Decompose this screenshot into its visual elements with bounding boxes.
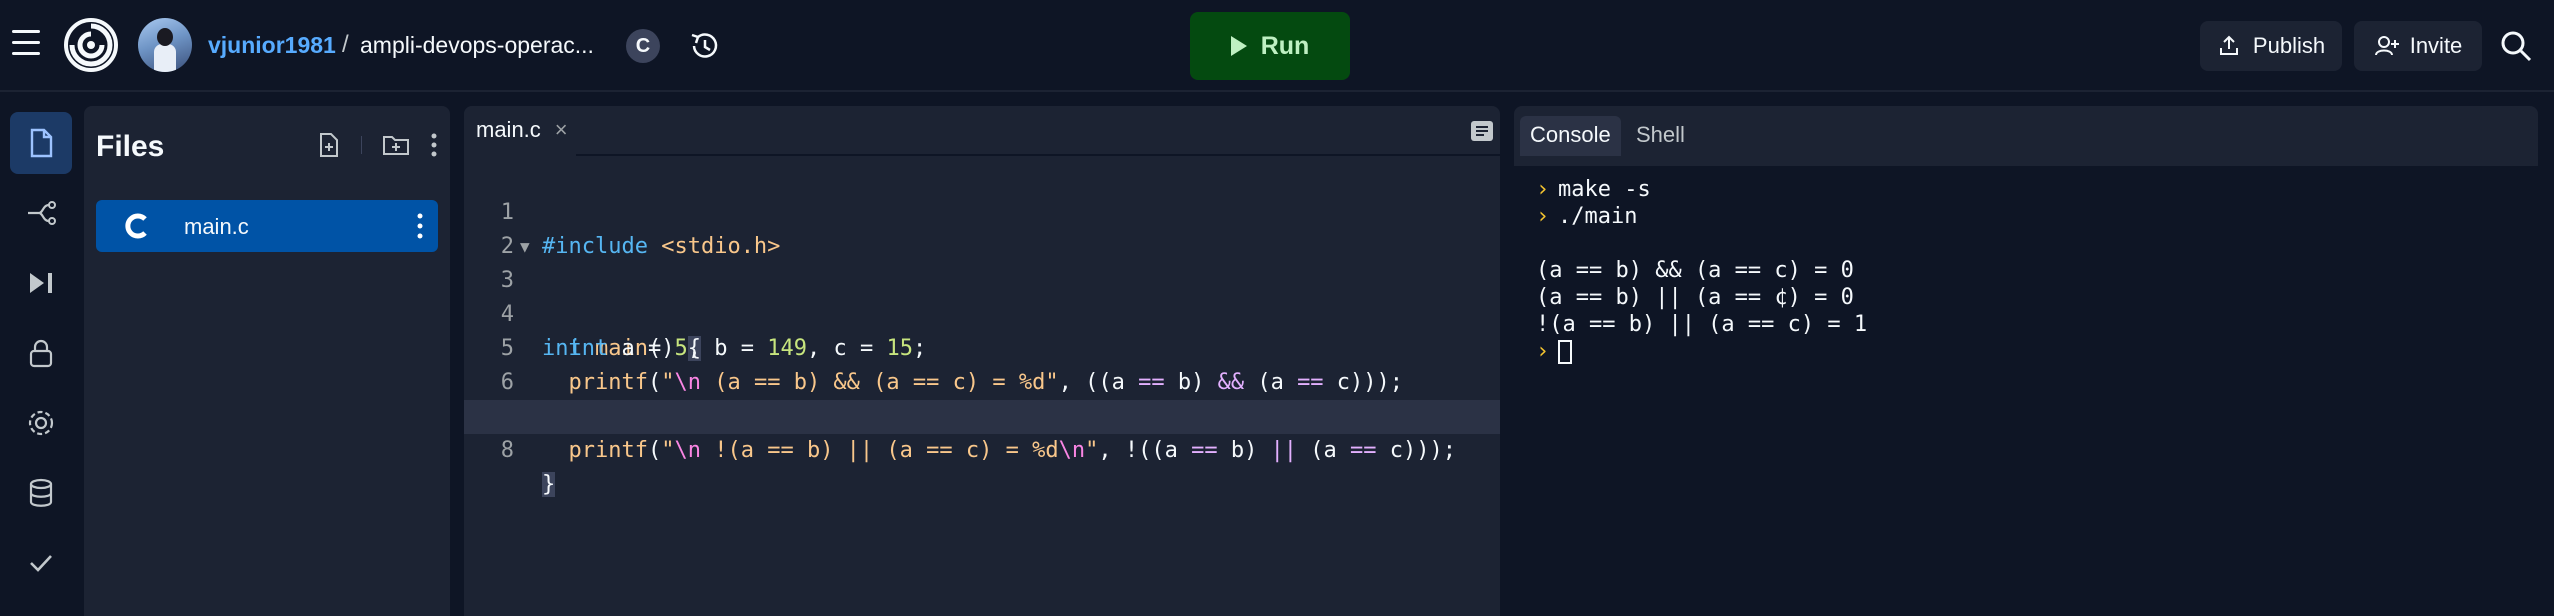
- menu-icon[interactable]: [12, 30, 44, 60]
- console-line: (a == b) || (a == ¢) = 0: [1536, 285, 1854, 310]
- tab-shell[interactable]: Shell: [1626, 116, 1695, 154]
- code-line: 6 printf("\n (a == b) || (a == ¢) = %d",…: [464, 332, 1500, 429]
- code-line: 4 int a = 5, b = 149, c = 15;: [464, 264, 1500, 361]
- code-line: 3 ▼ int main() {: [464, 230, 1500, 361]
- console-output[interactable]: › make -s › ./main (a == b) && (a == c) = …: [1514, 166, 2538, 616]
- debugger-icon[interactable]: [10, 252, 72, 314]
- console-panel: Console Shell › make -s › ./main (a == b) …: [1514, 106, 2538, 616]
- code-area[interactable]: 1 #include <stdio.h> 2 3 ▼ int main() { …: [464, 162, 1500, 497]
- upload-icon: [2219, 35, 2238, 55]
- language-badge[interactable]: C: [626, 29, 660, 63]
- console-line: (a == b) && (a == c) = 0: [1536, 258, 1854, 283]
- breadcrumb-separator: /: [342, 31, 349, 58]
- history-icon[interactable]: [686, 28, 722, 64]
- run-button[interactable]: Run: [1190, 12, 1350, 80]
- console-tabs: Console Shell: [1514, 106, 2538, 156]
- console-line: › make -s: [1536, 177, 1651, 202]
- editor-tabs: main.c ×: [464, 106, 1500, 156]
- console-line: › ./main: [1536, 204, 1638, 229]
- console-line: !(a == b) || (a == c) = 1: [1536, 312, 1868, 337]
- tool-rail: [0, 94, 82, 616]
- invite-label: Invite: [2409, 33, 2463, 58]
- files-actions: [317, 132, 438, 158]
- top-bar: vjunior1981 / ampli-devops-operac... C R…: [0, 0, 2554, 92]
- git-branch-icon[interactable]: [10, 182, 72, 244]
- file-name: main.c: [184, 214, 249, 239]
- new-folder-icon[interactable]: [382, 133, 410, 157]
- close-icon[interactable]: ×: [555, 117, 568, 143]
- c-language-icon: [125, 213, 147, 239]
- tab-main-c[interactable]: main.c ×: [464, 106, 576, 156]
- code-line: 7 printf("\n !(a == b) || (a == c) = %d\…: [464, 366, 1500, 463]
- repl-name[interactable]: ampli-devops-operac...: [360, 32, 594, 59]
- code-line: 5 printf("\n (a == b) && (a == c) = %d",…: [464, 298, 1500, 395]
- file-options-icon[interactable]: [416, 212, 424, 240]
- publish-button[interactable]: Publish: [2200, 21, 2342, 71]
- files-icon[interactable]: [10, 112, 72, 174]
- search-icon[interactable]: [2498, 28, 2534, 64]
- play-icon: [1230, 36, 1247, 56]
- file-item-main-c[interactable]: main.c: [96, 200, 438, 252]
- more-options-icon[interactable]: [430, 132, 438, 158]
- editor-menu-icon[interactable]: [1470, 120, 1494, 142]
- username-link[interactable]: vjunior1981: [208, 32, 336, 59]
- prompt-icon: ›: [1536, 204, 1550, 229]
- gear-icon[interactable]: [10, 392, 72, 454]
- console-input-line[interactable]: ›: [1536, 338, 2538, 365]
- invite-button[interactable]: Invite: [2354, 21, 2482, 71]
- database-icon[interactable]: [10, 462, 72, 524]
- check-icon[interactable]: [10, 532, 72, 594]
- code-line: 1 #include <stdio.h>: [464, 162, 1500, 259]
- code-editor: main.c × 1 #include <stdio.h> 2 3 ▼ int …: [464, 106, 1500, 616]
- new-file-icon[interactable]: [317, 132, 341, 158]
- prompt-icon: ›: [1536, 177, 1550, 202]
- line-number: 8: [500, 438, 514, 463]
- avatar[interactable]: [138, 18, 192, 72]
- add-user-icon: [2374, 36, 2399, 56]
- tab-label: main.c: [476, 117, 541, 142]
- publish-label: Publish: [2252, 33, 2326, 58]
- code-line-current: 8 }: [464, 400, 1500, 497]
- files-panel: Files main.c: [84, 106, 450, 616]
- run-button-label: Run: [1260, 31, 1310, 60]
- tab-console[interactable]: Console: [1520, 116, 1621, 156]
- replit-logo-icon[interactable]: [64, 18, 118, 72]
- files-title: Files: [96, 130, 165, 163]
- lock-icon[interactable]: [10, 322, 72, 384]
- prompt-icon: ›: [1536, 339, 1550, 364]
- code-line: 2: [464, 196, 1500, 259]
- terminal-cursor: [1558, 340, 1572, 364]
- fold-icon[interactable]: ▼: [520, 230, 530, 264]
- divider: [361, 136, 362, 154]
